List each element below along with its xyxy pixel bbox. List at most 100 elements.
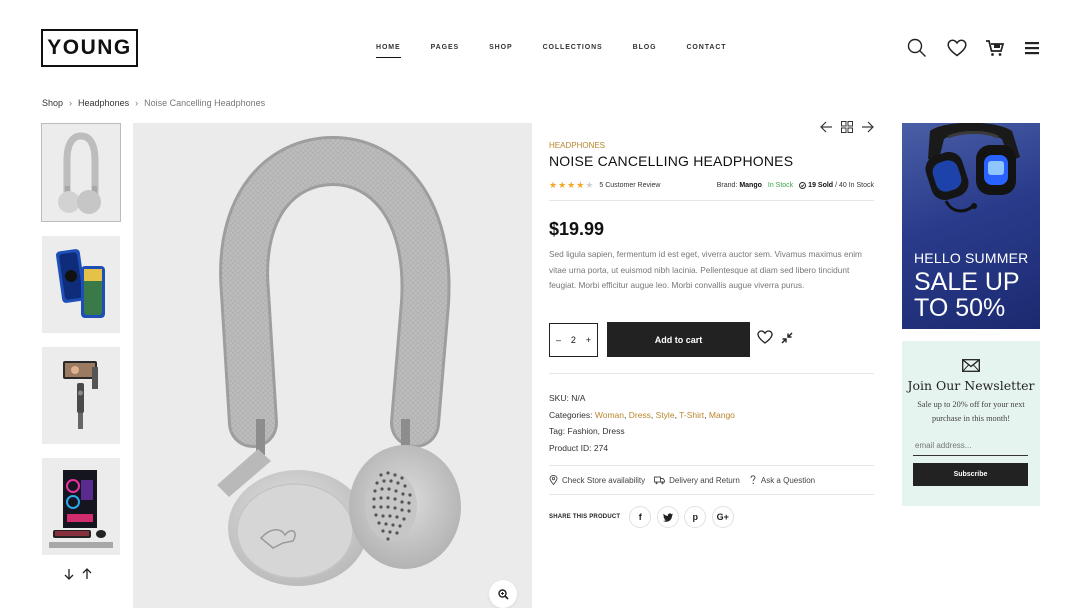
arrow-down-icon[interactable] (62, 567, 76, 581)
product-description: Sed ligula sapien, fermentum id est eget… (549, 249, 862, 290)
truck-icon (654, 476, 666, 484)
pinterest-icon[interactable]: p (684, 506, 707, 528)
search-icon[interactable] (906, 37, 928, 59)
twitter-icon[interactable] (656, 506, 679, 528)
divider (549, 494, 874, 495)
subscribe-button[interactable]: Subscribe (913, 463, 1028, 486)
category-link[interactable]: Dress (629, 410, 651, 420)
promo-headline: SALE UP TO 50% (914, 268, 1020, 322)
share-row: SHARE THIS PRODUCT f p G+ (549, 506, 739, 528)
breadcrumb-separator: › (69, 98, 73, 108)
zoom-button[interactable] (489, 580, 517, 608)
product-actions: Check Store availability Delivery and Re… (549, 475, 824, 485)
star-icon: ★ (576, 180, 585, 190)
facebook-icon[interactable]: f (629, 506, 652, 528)
quantity-stepper[interactable]: – 2 + (549, 323, 598, 357)
newsletter-text: Sale up to 20% off for your next purchas… (917, 400, 1025, 423)
nav-blog[interactable]: BLOG (633, 44, 657, 57)
nav-contact[interactable]: CONTACT (686, 44, 726, 57)
product-meta: Brand: Mango In Stock 19 Sold / 40 In St… (717, 182, 874, 189)
location-pin-icon (549, 475, 558, 485)
stock-status: In Stock (767, 182, 794, 189)
delivery-return-label: Delivery and Return (669, 475, 740, 485)
categories-label: Categories: (549, 409, 593, 420)
thumbnail-headphones[interactable] (41, 123, 121, 222)
sold-value: 19 Sold (808, 182, 834, 189)
sold-count: 19 Sold / 40 In Stock (799, 182, 874, 189)
breadcrumb-shop[interactable]: Shop (42, 98, 63, 108)
star-icon: ★ (585, 180, 594, 190)
sku: SKU: N/A (549, 393, 586, 403)
heart-icon[interactable] (946, 37, 968, 59)
newsletter-box: Join Our Newsletter Sale up to 20% off f… (902, 341, 1040, 506)
email-field[interactable] (913, 435, 1028, 456)
star-icon: ★ (549, 180, 558, 190)
thumbnail-nav (62, 567, 94, 581)
brand: Brand: Mango (717, 182, 762, 189)
google-plus-icon[interactable]: G+ (711, 506, 734, 528)
compare-icon[interactable] (780, 331, 794, 345)
grid-icon[interactable] (841, 121, 853, 133)
delivery-return-link[interactable]: Delivery and Return (654, 476, 740, 485)
nav-collections[interactable]: COLLECTIONS (543, 44, 603, 57)
promo-subtitle: HELLO SUMMER (914, 250, 1029, 266)
stock-total: / 40 In Stock (835, 182, 874, 189)
breadcrumb: Shop › Headphones › Noise Cancelling Hea… (42, 98, 265, 108)
product-specs: SKU: N/A Categories: Woman, Dress, Style… (549, 390, 735, 457)
product-title: NOISE CANCELLING HEADPHONES (549, 153, 794, 169)
qty-value[interactable]: 2 (571, 335, 576, 345)
review-count[interactable]: 5 Customer Review (599, 182, 660, 189)
promo-banner[interactable]: HELLO SUMMER SALE UP TO 50% (902, 123, 1040, 329)
ask-question-link[interactable]: Ask a Question (749, 475, 815, 485)
cart-icon[interactable] (984, 37, 1006, 59)
brand-label: Brand: (716, 182, 738, 189)
star-rating: ★ ★ ★ ★ ★ (549, 181, 593, 190)
next-product-icon[interactable] (861, 121, 874, 133)
tags: Tag: Fashion, Dress (549, 426, 625, 437)
nav-pages[interactable]: PAGES (431, 44, 460, 57)
category-link[interactable]: T-Shirt (679, 410, 704, 420)
thumbnail-phone-gimbal[interactable] (42, 347, 120, 444)
thumbnail-gaming-pc[interactable] (42, 458, 120, 555)
qty-plus-button[interactable]: + (586, 335, 591, 345)
arrow-up-icon[interactable] (80, 567, 94, 581)
category-link[interactable]: Style (656, 410, 675, 420)
category-link[interactable]: Mango (709, 410, 735, 420)
product-pager (820, 121, 874, 133)
add-to-cart-button[interactable]: Add to cart (607, 322, 750, 357)
share-label: SHARE THIS PRODUCT (549, 514, 621, 520)
star-icon: ★ (558, 180, 567, 190)
breadcrumb-separator: › (135, 98, 139, 108)
nav-shop[interactable]: SHOP (489, 44, 512, 57)
product-main-image[interactable] (133, 123, 532, 608)
qty-minus-button[interactable]: – (556, 335, 561, 345)
category-link[interactable]: Woman (595, 410, 624, 420)
breadcrumb-current: Noise Cancelling Headphones (144, 98, 266, 108)
question-icon (750, 475, 756, 484)
check-store-label: Check Store availability (562, 475, 646, 485)
check-circle-icon (799, 182, 807, 189)
check-store-link[interactable]: Check Store availability (549, 475, 645, 485)
product-price: $19.99 (549, 219, 605, 239)
newsletter-title: Join Our Newsletter (907, 378, 1035, 393)
ask-question-label: Ask a Question (760, 475, 816, 485)
product-id: Product ID: 274 (549, 443, 609, 454)
headphones-image (217, 135, 461, 586)
envelope-icon (962, 359, 980, 372)
wishlist-heart-icon[interactable] (757, 330, 773, 344)
star-icon: ★ (567, 180, 576, 190)
logo[interactable]: YOUNG (41, 29, 138, 67)
nav-home[interactable]: HOME (376, 44, 401, 58)
menu-icon[interactable] (1021, 37, 1043, 59)
breadcrumb-headphones[interactable]: Headphones (78, 98, 129, 108)
brand-value[interactable]: Mango (739, 182, 762, 189)
main-nav: HOME PAGES SHOP COLLECTIONS BLOG CONTACT (376, 44, 756, 58)
categories: Categories: Woman, Dress, Style, T-Shirt… (549, 409, 735, 420)
divider (549, 373, 874, 374)
product-category[interactable]: HEADPHONES (549, 141, 605, 150)
rating-row: ★ ★ ★ ★ ★ 5 Customer Review Brand: Mango… (549, 181, 874, 190)
zoom-icon (497, 588, 509, 600)
prev-product-icon[interactable] (820, 121, 833, 133)
gaming-headset-image (925, 123, 1020, 213)
thumbnail-phone-case[interactable] (42, 236, 120, 333)
